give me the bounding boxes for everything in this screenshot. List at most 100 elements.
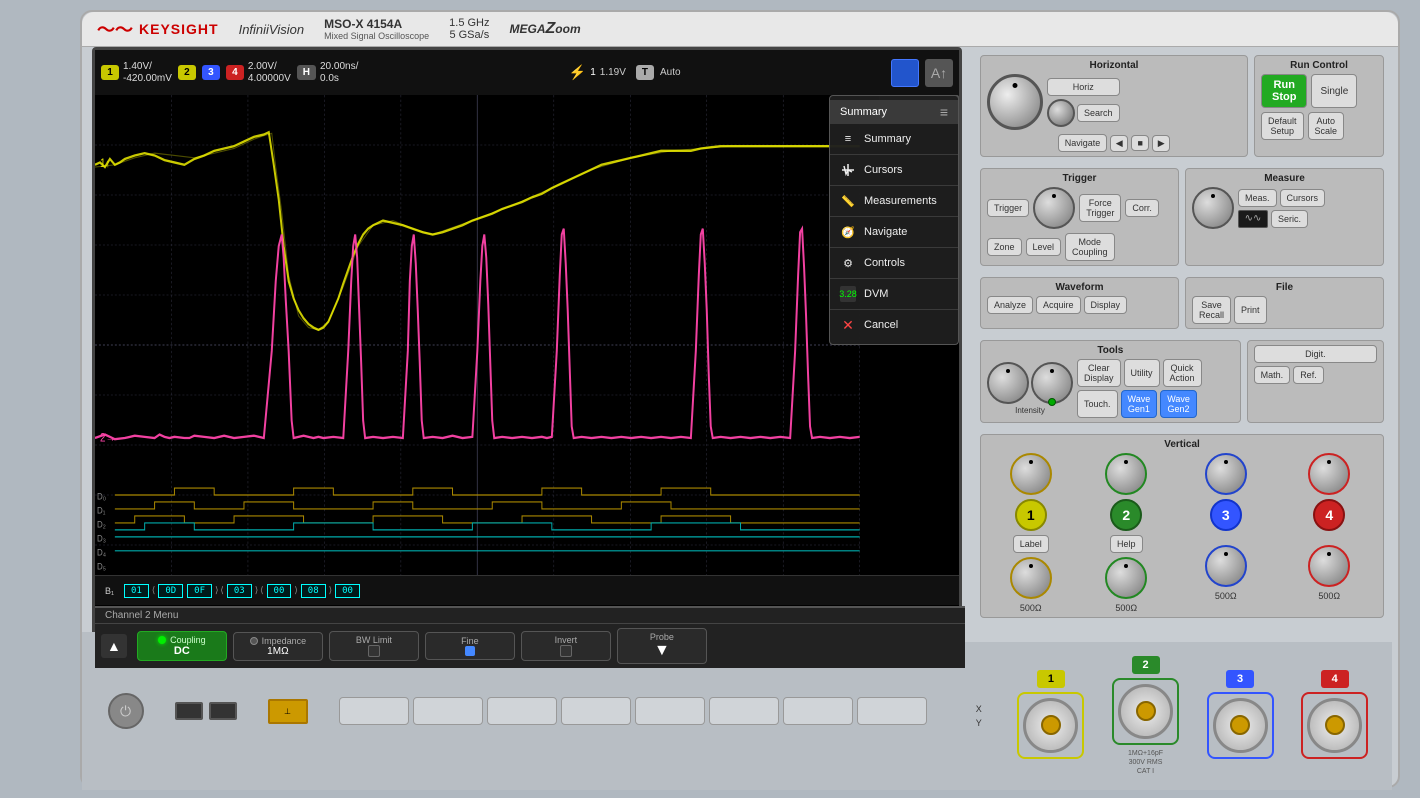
- bw-limit-button[interactable]: BW Limit: [329, 631, 419, 661]
- softkey-7[interactable]: [783, 697, 853, 725]
- analyze-btn[interactable]: Analyze: [987, 296, 1033, 314]
- wave-gen1-btn[interactable]: WaveGen1: [1121, 390, 1158, 418]
- t-badge[interactable]: T: [636, 65, 654, 80]
- ch4-bnc[interactable]: [1307, 698, 1362, 753]
- ch3-bnc[interactable]: [1213, 698, 1268, 753]
- ch3-pos-knob[interactable]: [1205, 545, 1247, 587]
- force-trigger-btn[interactable]: ForceTrigger: [1079, 194, 1121, 222]
- nav-right-btn[interactable]: ▶: [1152, 135, 1170, 152]
- trigger-btn[interactable]: Trigger: [987, 199, 1029, 217]
- trigger-level-knob[interactable]: [1033, 187, 1075, 229]
- usb-port-1[interactable]: [175, 702, 203, 720]
- bw-limit-label: BW Limit: [356, 635, 392, 645]
- menu-item-dvm[interactable]: 3.28 DVM: [830, 279, 958, 310]
- ch4-badge[interactable]: 4: [226, 65, 244, 80]
- probe-button[interactable]: Probe ▼: [617, 628, 707, 664]
- horiz-btn[interactable]: Horiz: [1047, 78, 1120, 96]
- softkey-5[interactable]: [635, 697, 705, 725]
- seric-btn[interactable]: Seric.: [1271, 210, 1308, 228]
- softkey-1[interactable]: [339, 697, 409, 725]
- nav-stop-btn[interactable]: ■: [1131, 135, 1149, 151]
- softkey-3[interactable]: [487, 697, 557, 725]
- menu-item-cursors[interactable]: Cursors: [830, 155, 958, 186]
- vertical-channels: 1 Label 500Ω 2 Help 500Ω 3: [987, 453, 1377, 613]
- menu-item-cancel[interactable]: ✕ Cancel: [830, 310, 958, 340]
- corr-btn[interactable]: Corr.: [1125, 199, 1159, 217]
- wave-gen2-btn[interactable]: WaveGen2: [1160, 390, 1197, 418]
- run-stop-btn[interactable]: RunStop: [1261, 74, 1307, 108]
- quick-action-btn[interactable]: QuickAction: [1163, 359, 1202, 387]
- default-setup-btn[interactable]: DefaultSetup: [1261, 112, 1304, 140]
- digit-btn[interactable]: Digit.: [1254, 345, 1377, 363]
- ch1-bnc[interactable]: [1023, 698, 1078, 753]
- intensity-led: [1048, 398, 1056, 406]
- ch1-vertical-col: 1 Label 500Ω: [1010, 453, 1052, 613]
- ch3-scale-knob[interactable]: [1205, 453, 1247, 495]
- invert-checkbox: [560, 645, 572, 657]
- zone-btn[interactable]: Zone: [987, 238, 1022, 256]
- softkey-8[interactable]: [857, 697, 927, 725]
- measure-knob[interactable]: [1192, 187, 1234, 229]
- softkey-4[interactable]: [561, 697, 631, 725]
- usb-port-2[interactable]: [209, 702, 237, 720]
- ch4-number-btn[interactable]: 4: [1313, 499, 1345, 531]
- navigate-btn[interactable]: Navigate: [1058, 134, 1108, 152]
- ch1-label-btn[interactable]: Label: [1013, 535, 1049, 553]
- file-title: File: [1192, 282, 1377, 293]
- invert-button[interactable]: Invert: [521, 631, 611, 661]
- acquire-btn[interactable]: Acquire: [1036, 296, 1081, 314]
- utility-btn[interactable]: Utility: [1124, 359, 1160, 387]
- ch1-scale-knob[interactable]: [1010, 453, 1052, 495]
- menu-item-navigate[interactable]: 🧭 Navigate: [830, 217, 958, 248]
- level-btn[interactable]: Level: [1026, 238, 1062, 256]
- search-knob[interactable]: [1047, 99, 1075, 127]
- math-btn[interactable]: Math.: [1254, 366, 1291, 384]
- active-channel-indicator[interactable]: [891, 59, 919, 87]
- ch4-pos-knob[interactable]: [1308, 545, 1350, 587]
- auto-indicator[interactable]: A↑: [925, 59, 953, 87]
- ch1-badge[interactable]: 1: [101, 65, 119, 80]
- ch3-number-btn[interactable]: 3: [1210, 499, 1242, 531]
- ch4-scale-knob[interactable]: [1308, 453, 1350, 495]
- print-btn[interactable]: Print: [1234, 296, 1267, 324]
- clear-display-btn[interactable]: ClearDisplay: [1077, 359, 1121, 387]
- coupling-button[interactable]: Coupling DC: [137, 631, 227, 661]
- menu-item-measurements[interactable]: 📏 Measurements: [830, 186, 958, 217]
- impedance-label: Impedance: [262, 636, 307, 646]
- ch2-number-btn[interactable]: 2: [1110, 499, 1142, 531]
- display-knob[interactable]: [987, 362, 1029, 404]
- knob-pair: [987, 362, 1073, 404]
- meas-btn[interactable]: Meas.: [1238, 189, 1277, 207]
- nav-left-btn[interactable]: ◀: [1110, 135, 1128, 152]
- menu-item-summary[interactable]: ≡ Summary: [830, 124, 958, 155]
- display-btn[interactable]: Display: [1084, 296, 1128, 314]
- probe-comp-connector[interactable]: ⊥: [268, 699, 308, 724]
- ch2-help-btn[interactable]: Help: [1110, 535, 1143, 553]
- save-recall-btn[interactable]: SaveRecall: [1192, 296, 1231, 324]
- ch2-bnc[interactable]: [1118, 684, 1173, 739]
- bnc-connectors-area: X Y 1 2 1MΩ+16pF300V RMSCAT I: [952, 642, 1392, 790]
- menu-item-controls[interactable]: ⚙ Controls: [830, 248, 958, 279]
- power-button[interactable]: ⏻: [108, 693, 144, 729]
- impedance-button[interactable]: Impedance 1MΩ: [233, 632, 323, 661]
- cursors-btn[interactable]: Cursors: [1280, 189, 1326, 207]
- ch1-number-btn[interactable]: 1: [1015, 499, 1047, 531]
- horizontal-knob[interactable]: [987, 74, 1043, 130]
- softkey-2[interactable]: [413, 697, 483, 725]
- intensity-knob-area: [1031, 362, 1073, 404]
- ch3-badge[interactable]: 3: [202, 65, 220, 80]
- auto-scale-btn[interactable]: AutoScale: [1308, 112, 1345, 140]
- softkey-6[interactable]: [709, 697, 779, 725]
- ch2-pos-knob[interactable]: [1105, 557, 1147, 599]
- fine-button[interactable]: Fine: [425, 632, 515, 660]
- ref-btn[interactable]: Ref.: [1293, 366, 1324, 384]
- ch1-pos-knob[interactable]: [1010, 557, 1052, 599]
- single-btn[interactable]: Single: [1311, 74, 1357, 108]
- ch2-scale-knob[interactable]: [1105, 453, 1147, 495]
- mode-coupling-btn[interactable]: ModeCoupling: [1065, 233, 1115, 261]
- touch-btn[interactable]: Touch.: [1077, 390, 1118, 418]
- ch2-badge[interactable]: 2: [178, 65, 196, 80]
- search-btn[interactable]: Search: [1077, 104, 1120, 122]
- h-badge[interactable]: H: [297, 65, 316, 80]
- menu-scroll-up[interactable]: ▲: [101, 634, 127, 658]
